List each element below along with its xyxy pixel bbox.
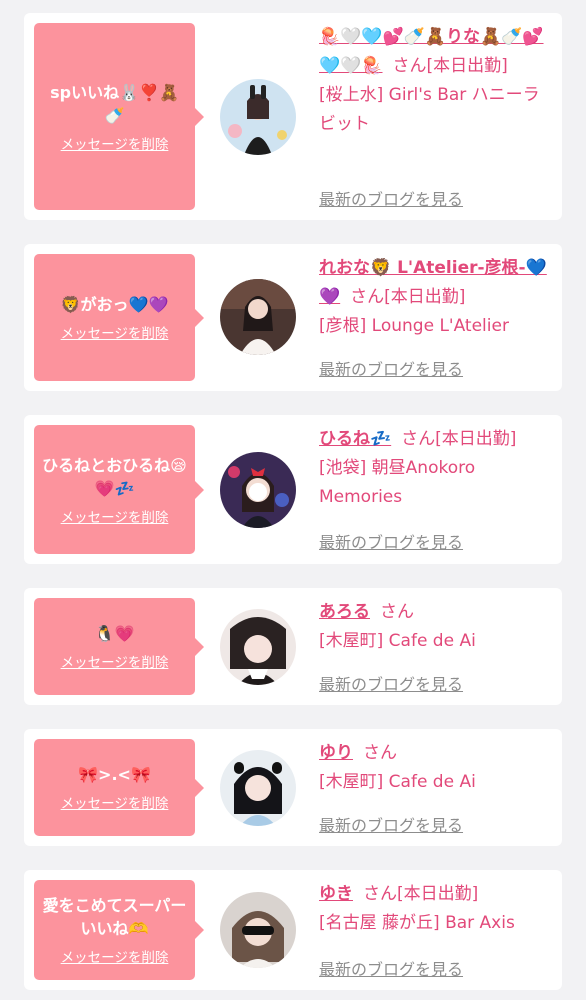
shop-name: [木屋町] Cafe de Ai <box>319 631 476 651</box>
message-bubble: ひるねとおひるね😪💗💤 メッセージを削除 <box>34 425 204 554</box>
avatar[interactable] <box>220 279 296 355</box>
member-info: ひるね💤 さん[本日出勤] [池袋] 朝昼Anokoro Memories <box>319 425 552 512</box>
message-bubble: 🎀>.<🎀 メッセージを削除 <box>34 739 204 836</box>
avatar[interactable] <box>220 892 296 968</box>
member-info: 🪼🤍🩵💕🍼🧸りな🧸🍼💕🩵🤍🪼 さん[本日出勤] [桜上水] Girl's Bar … <box>319 23 552 139</box>
latest-blog-link[interactable]: 最新のブログを見る <box>319 529 463 553</box>
message-text: spいいね🐰❣️🧸🍼 <box>50 82 179 125</box>
message-card: spいいね🐰❣️🧸🍼 メッセージを削除 🪼🤍🩵💕🍼🧸りな🧸🍼💕🩵🤍🪼 さん[本日出… <box>24 13 562 220</box>
honorific: さん <box>392 56 427 76</box>
status-badge: [本日出勤] <box>397 884 479 904</box>
latest-blog-link[interactable]: 最新のブログを見る <box>319 186 463 210</box>
message-bubble: 🦁がおっ💙💜 メッセージを削除 <box>34 254 204 381</box>
message-card: 🐧💗 メッセージを削除 あろる さん [木屋町] Cafe de Ai 最新のブロ… <box>24 588 562 705</box>
message-text: 愛をこめてスーパーいいね🫶 <box>42 896 187 938</box>
avatar[interactable] <box>220 750 296 826</box>
shop-name: [名古屋 藤が丘] Bar Axis <box>319 913 515 933</box>
member-name[interactable]: ひるね💤 <box>319 429 391 449</box>
honorific: さん <box>350 287 385 307</box>
honorific: さん <box>363 884 397 904</box>
member-name[interactable]: あろる <box>319 602 370 622</box>
message-text: 🎀>.<🎀 <box>78 765 151 784</box>
message-bubble: spいいね🐰❣️🧸🍼 メッセージを削除 <box>34 23 204 210</box>
delete-message-button[interactable]: メッセージを削除 <box>61 946 169 966</box>
message-text: ひるねとおひるね😪💗💤 <box>42 455 187 498</box>
delete-message-button[interactable]: メッセージを削除 <box>61 792 169 812</box>
member-info: ゆり さん [木屋町] Cafe de Ai <box>319 739 552 797</box>
message-text: 🦁がおっ💙💜 <box>60 295 169 314</box>
member-name[interactable]: ゆり <box>319 743 353 763</box>
shop-name: [池袋] 朝昼Anokoro Memories <box>319 458 476 507</box>
latest-blog-link[interactable]: 最新のブログを見る <box>319 356 463 380</box>
delete-message-button[interactable]: メッセージを削除 <box>61 506 169 526</box>
latest-blog-link[interactable]: 最新のブログを見る <box>319 956 463 980</box>
status-badge: [本日出勤] <box>426 56 508 76</box>
message-card: 🦁がおっ💙💜 メッセージを削除 れおな🦁 L'Atelier-彦根-💙💜 さん[本… <box>24 244 562 391</box>
delete-message-button[interactable]: メッセージを削除 <box>61 651 169 671</box>
honorific: さん <box>401 429 436 449</box>
member-info: れおな🦁 L'Atelier-彦根-💙💜 さん[本日出勤] [彦根] Lounge… <box>319 254 552 341</box>
status-badge: [本日出勤] <box>384 287 466 307</box>
member-info: ゆき さん[本日出勤] [名古屋 藤が丘] Bar Axis <box>319 880 552 938</box>
message-card: 🎀>.<🎀 メッセージを削除 ゆり さん [木屋町] Cafe de Ai 最新の… <box>24 729 562 846</box>
message-bubble: 愛をこめてスーパーいいね🫶 メッセージを削除 <box>34 880 204 980</box>
shop-name: [桜上水] Girl's Bar ハニーラビット <box>319 85 540 134</box>
message-card: 愛をこめてスーパーいいね🫶 メッセージを削除 ゆき さん[本日出勤] [名古屋 藤… <box>24 870 562 990</box>
member-name[interactable]: ゆき <box>319 884 353 904</box>
shop-name: [彦根] Lounge L'Atelier <box>319 316 509 336</box>
member-info: あろる さん [木屋町] Cafe de Ai <box>319 598 552 656</box>
latest-blog-link[interactable]: 最新のブログを見る <box>319 671 463 695</box>
avatar[interactable] <box>220 609 296 685</box>
message-bubble: 🐧💗 メッセージを削除 <box>34 598 204 695</box>
honorific: さん <box>363 743 397 763</box>
message-card: ひるねとおひるね😪💗💤 メッセージを削除 ひるね💤 さん[本日出勤] [池袋] 朝… <box>24 415 562 564</box>
delete-message-button[interactable]: メッセージを削除 <box>61 133 169 153</box>
latest-blog-link[interactable]: 最新のブログを見る <box>319 812 463 836</box>
message-text: 🐧💗 <box>94 624 135 643</box>
status-badge: [本日出勤] <box>435 429 517 449</box>
avatar[interactable] <box>220 452 296 528</box>
delete-message-button[interactable]: メッセージを削除 <box>61 322 169 342</box>
honorific: さん <box>380 602 414 622</box>
shop-name: [木屋町] Cafe de Ai <box>319 772 476 792</box>
avatar[interactable] <box>220 79 296 155</box>
